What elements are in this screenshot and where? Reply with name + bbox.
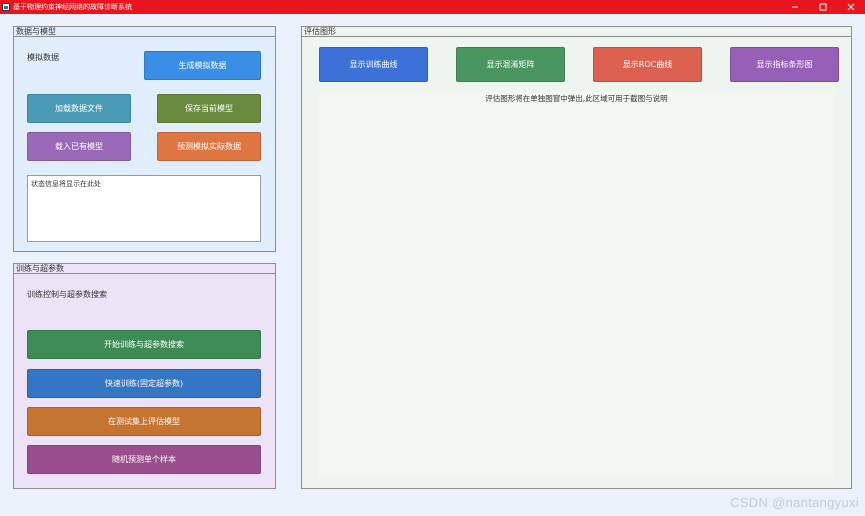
start-training-button[interactable]: 开始训练与超参数搜索 [27, 330, 261, 359]
evaluation-hint: 评估图形将在单独图窗中弹出,此区域可用于截图与说明 [485, 94, 668, 103]
predict-sim-data-button[interactable]: 预测模拟实际数据 [157, 132, 261, 161]
training-group-title: 训练与超参数 [14, 264, 275, 274]
save-model-button[interactable]: 保存当前模型 [157, 94, 261, 123]
app-icon [2, 3, 10, 11]
random-predict-button[interactable]: 随机预测单个样本 [27, 445, 261, 474]
data-model-group-title: 数据与模型 [14, 27, 275, 37]
show-confusion-matrix-button[interactable]: 显示混淆矩阵 [456, 47, 565, 82]
maximize-icon [819, 3, 827, 11]
window-title: 基于物理约束神经网络的故障诊断系统 [13, 3, 132, 11]
show-metrics-bar-button[interactable]: 显示指标条形图 [730, 47, 839, 82]
show-roc-curve-button[interactable]: 显示ROC曲线 [593, 47, 702, 82]
watermark: CSDN @nantangyuxi [730, 495, 859, 510]
evaluation-group-title: 评估图形 [302, 27, 851, 37]
window-controls [781, 0, 865, 14]
quick-training-button[interactable]: 快速训练(固定超参数) [27, 369, 261, 398]
minimize-button[interactable] [781, 0, 809, 14]
minimize-icon [792, 6, 798, 8]
show-train-curve-button[interactable]: 显示训练曲线 [319, 47, 428, 82]
training-subtitle: 训练控制与超参数搜索 [27, 290, 107, 299]
title-bar: 基于物理约束神经网络的故障诊断系统 [0, 0, 865, 14]
sim-data-label: 模拟数据 [27, 53, 59, 62]
close-button[interactable] [837, 0, 865, 14]
load-data-file-button[interactable]: 加载数据文件 [27, 94, 131, 123]
load-model-button[interactable]: 载入已有模型 [27, 132, 131, 161]
status-textarea[interactable]: 状态信息将显示在此处 [27, 175, 261, 242]
maximize-button[interactable] [809, 0, 837, 14]
generate-sim-data-button[interactable]: 生成模拟数据 [144, 51, 261, 80]
close-icon [847, 3, 855, 11]
evaluation-display-area: 评估图形将在单独图窗中弹出,此区域可用于截图与说明 [319, 92, 834, 479]
evaluate-test-button[interactable]: 在测试集上评估模型 [27, 407, 261, 436]
